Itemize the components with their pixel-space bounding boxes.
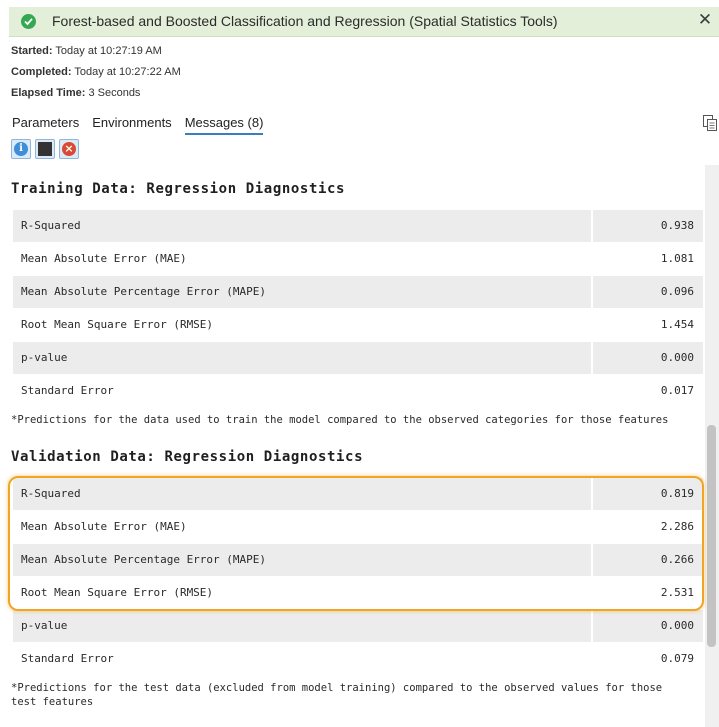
row-value: 2.286 [593, 511, 703, 543]
validation-title: Validation Data: Regression Diagnostics [11, 449, 364, 465]
table-row: R-Squared 0.938 [13, 210, 703, 243]
started-label: Started: [11, 45, 53, 57]
error-filter-button[interactable]: × [59, 139, 79, 159]
row-value: 1.081 [593, 243, 703, 275]
row-value: 0.938 [593, 210, 703, 242]
table-row: Standard Error 0.079 [13, 643, 703, 676]
completed-value: Today at 10:27:22 AM [74, 66, 181, 78]
scrollbar-thumb[interactable] [707, 425, 716, 647]
tool-header: Forest-based and Boosted Classification … [9, 7, 719, 37]
table-row: Mean Absolute Percentage Error (MAPE) 0.0… [13, 276, 703, 309]
close-icon[interactable]: ✕ [697, 11, 713, 28]
table-row: p-value 0.000 [13, 342, 703, 375]
table-row: Mean Absolute Percentage Error (MAPE) 0.2… [13, 544, 703, 577]
warning-mark [38, 142, 52, 156]
row-label: p-value [13, 342, 591, 374]
copy-icon[interactable] [703, 115, 717, 131]
validation-note: *Predictions for the test data (excluded… [11, 682, 663, 708]
row-value: 0.079 [593, 643, 703, 675]
row-label: R-Squared [13, 478, 591, 510]
row-label: Root Mean Square Error (RMSE) [13, 309, 591, 341]
tool-title: Forest-based and Boosted Classification … [52, 13, 558, 29]
row-value: 0.266 [593, 544, 703, 576]
messages-panel: Training Data: Regression Diagnostics R-… [0, 165, 705, 727]
row-label: R-Squared [13, 210, 591, 242]
row-label: Mean Absolute Percentage Error (MAPE) [13, 544, 591, 576]
table-row: Mean Absolute Error (MAE) 2.286 [13, 511, 703, 544]
success-check-icon [21, 14, 36, 29]
info-icon: i [14, 142, 28, 156]
row-label: Standard Error [13, 643, 591, 675]
tab-bar: Parameters Environments Messages (8) [12, 115, 264, 135]
row-label: Mean Absolute Error (MAE) [13, 243, 591, 275]
training-table: R-Squared 0.938 Mean Absolute Error (MAE)… [13, 210, 703, 408]
row-label: Standard Error [13, 375, 591, 407]
row-label: Mean Absolute Percentage Error (MAPE) [13, 276, 591, 308]
row-value: 2.531 [593, 577, 703, 609]
training-title: Training Data: Regression Diagnostics [11, 181, 346, 197]
table-row: p-value 0.000 [13, 610, 703, 643]
started-info: Started: Today at 10:27:19 AM [11, 45, 162, 57]
row-value: 1.454 [593, 309, 703, 341]
elapsed-label: Elapsed Time: [11, 87, 86, 99]
training-note: *Predictions for the data used to train … [11, 414, 669, 426]
warning-filter-button[interactable] [35, 139, 55, 159]
table-row: Root Mean Square Error (RMSE) 2.531 [13, 577, 703, 610]
row-value: 0.000 [593, 342, 703, 374]
row-value: 0.819 [593, 478, 703, 510]
row-label: p-value [13, 610, 591, 642]
row-label: Mean Absolute Error (MAE) [13, 511, 591, 543]
validation-table: R-Squared 0.819 Mean Absolute Error (MAE)… [13, 478, 703, 676]
row-value: 0.096 [593, 276, 703, 308]
tab-environments[interactable]: Environments [92, 115, 171, 135]
started-value: Today at 10:27:19 AM [55, 45, 162, 57]
error-icon: × [62, 142, 76, 156]
tab-messages[interactable]: Messages (8) [184, 115, 264, 135]
row-value: 0.017 [593, 375, 703, 407]
table-row: Root Mean Square Error (RMSE) 1.454 [13, 309, 703, 342]
table-row: Mean Absolute Error (MAE) 1.081 [13, 243, 703, 276]
row-value: 0.000 [593, 610, 703, 642]
table-row: Standard Error 0.017 [13, 375, 703, 408]
row-label: Root Mean Square Error (RMSE) [13, 577, 591, 609]
completed-label: Completed: [11, 66, 72, 78]
elapsed-info: Elapsed Time: 3 Seconds [11, 87, 140, 99]
table-row: R-Squared 0.819 [13, 478, 703, 511]
info-filter-button[interactable]: i [11, 139, 31, 159]
tab-parameters[interactable]: Parameters [12, 115, 79, 135]
completed-info: Completed: Today at 10:27:22 AM [11, 66, 181, 78]
elapsed-value: 3 Seconds [88, 87, 141, 99]
